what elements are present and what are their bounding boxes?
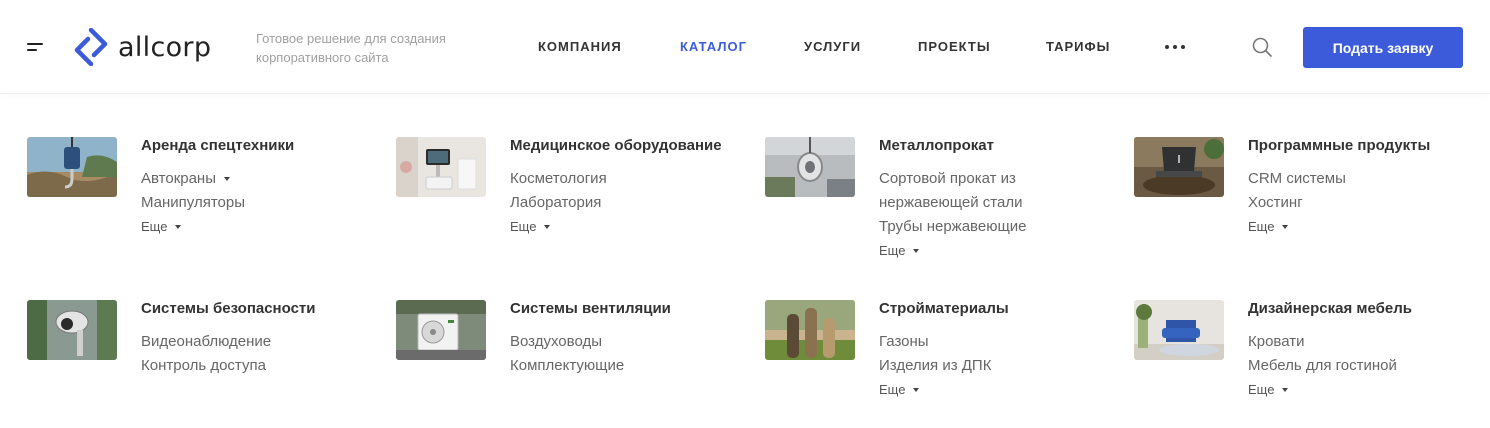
tagline: Готовое решение для создания корпоративн… <box>256 31 446 65</box>
caret-down-icon <box>175 224 182 229</box>
category-image[interactable] <box>765 300 855 360</box>
category-item[interactable]: Манипуляторы <box>141 191 351 215</box>
more-link[interactable]: Еще <box>879 382 1089 397</box>
header: allcorp Готовое решение для создания кор… <box>0 0 1490 94</box>
category-item[interactable]: Изделия из ДПК <box>879 354 1089 378</box>
more-link[interactable]: Еще <box>1248 219 1458 234</box>
category-item[interactable]: Видеонаблюдение <box>141 330 351 354</box>
more-link[interactable]: Еще <box>879 243 1089 258</box>
category-title[interactable]: Стройматериалы <box>879 300 1009 317</box>
nav-catalog[interactable]: КАТАЛОГ <box>680 39 747 57</box>
category-item[interactable]: Кровати <box>1248 330 1458 354</box>
category-title[interactable]: Системы вентиляции <box>510 300 671 317</box>
more-link[interactable]: Еще <box>141 219 351 234</box>
category-item[interactable]: Трубы нержавеющие <box>879 215 1089 239</box>
category-item[interactable]: Газоны <box>879 330 1089 354</box>
menu-icon[interactable] <box>27 43 43 53</box>
caret-down-icon <box>913 248 920 253</box>
caret-down-icon <box>913 387 920 392</box>
category-image[interactable] <box>396 300 486 360</box>
category-title[interactable]: Системы безопасности <box>141 300 316 317</box>
category-item[interactable]: Лаборатория <box>510 191 720 215</box>
category-item[interactable]: Комплектующие <box>510 354 720 378</box>
category-item[interactable]: Контроль доступа <box>141 354 351 378</box>
category-item[interactable]: Косметология <box>510 167 720 191</box>
submit-request-button[interactable]: Подать заявку <box>1303 27 1463 68</box>
logo-text: allcorp <box>118 31 212 63</box>
nav-tariffs[interactable]: ТАРИФЫ <box>1046 39 1110 57</box>
category-item[interactable]: Хостинг <box>1248 191 1458 215</box>
category-item[interactable]: Воздуховоды <box>510 330 720 354</box>
more-dots-icon[interactable] <box>1165 45 1185 49</box>
search-icon[interactable] <box>1252 37 1272 57</box>
category-image[interactable] <box>765 137 855 197</box>
nav-services[interactable]: УСЛУГИ <box>804 39 861 57</box>
category-image[interactable] <box>1134 137 1224 197</box>
nav-company[interactable]: КОМПАНИЯ <box>538 39 622 57</box>
category-item[interactable]: Автокраны <box>141 167 351 191</box>
category-image[interactable] <box>396 137 486 197</box>
more-link[interactable]: Еще <box>510 219 720 234</box>
caret-down-icon <box>224 177 230 181</box>
logo[interactable]: allcorp <box>74 28 211 66</box>
category-item[interactable]: Сортовой прокат из нержавеющей стали <box>879 167 1089 215</box>
category-title[interactable]: Металлопрокат <box>879 137 994 154</box>
category-item[interactable]: CRM системы <box>1248 167 1458 191</box>
category-item[interactable]: Мебель для гостиной <box>1248 354 1458 378</box>
category-title[interactable]: Медицинское оборудование <box>510 137 722 154</box>
category-image[interactable] <box>1134 300 1224 360</box>
category-title[interactable]: Аренда спецтехники <box>141 137 294 154</box>
category-title[interactable]: Дизайнерская мебель <box>1248 300 1412 317</box>
caret-down-icon <box>1282 224 1289 229</box>
more-link[interactable]: Еще <box>1248 382 1458 397</box>
category-image[interactable] <box>27 300 117 360</box>
caret-down-icon <box>544 224 551 229</box>
category-title[interactable]: Программные продукты <box>1248 137 1430 154</box>
category-image[interactable] <box>27 137 117 197</box>
caret-down-icon <box>1282 387 1289 392</box>
nav-projects[interactable]: ПРОЕКТЫ <box>918 39 991 57</box>
logo-icon <box>74 28 108 66</box>
